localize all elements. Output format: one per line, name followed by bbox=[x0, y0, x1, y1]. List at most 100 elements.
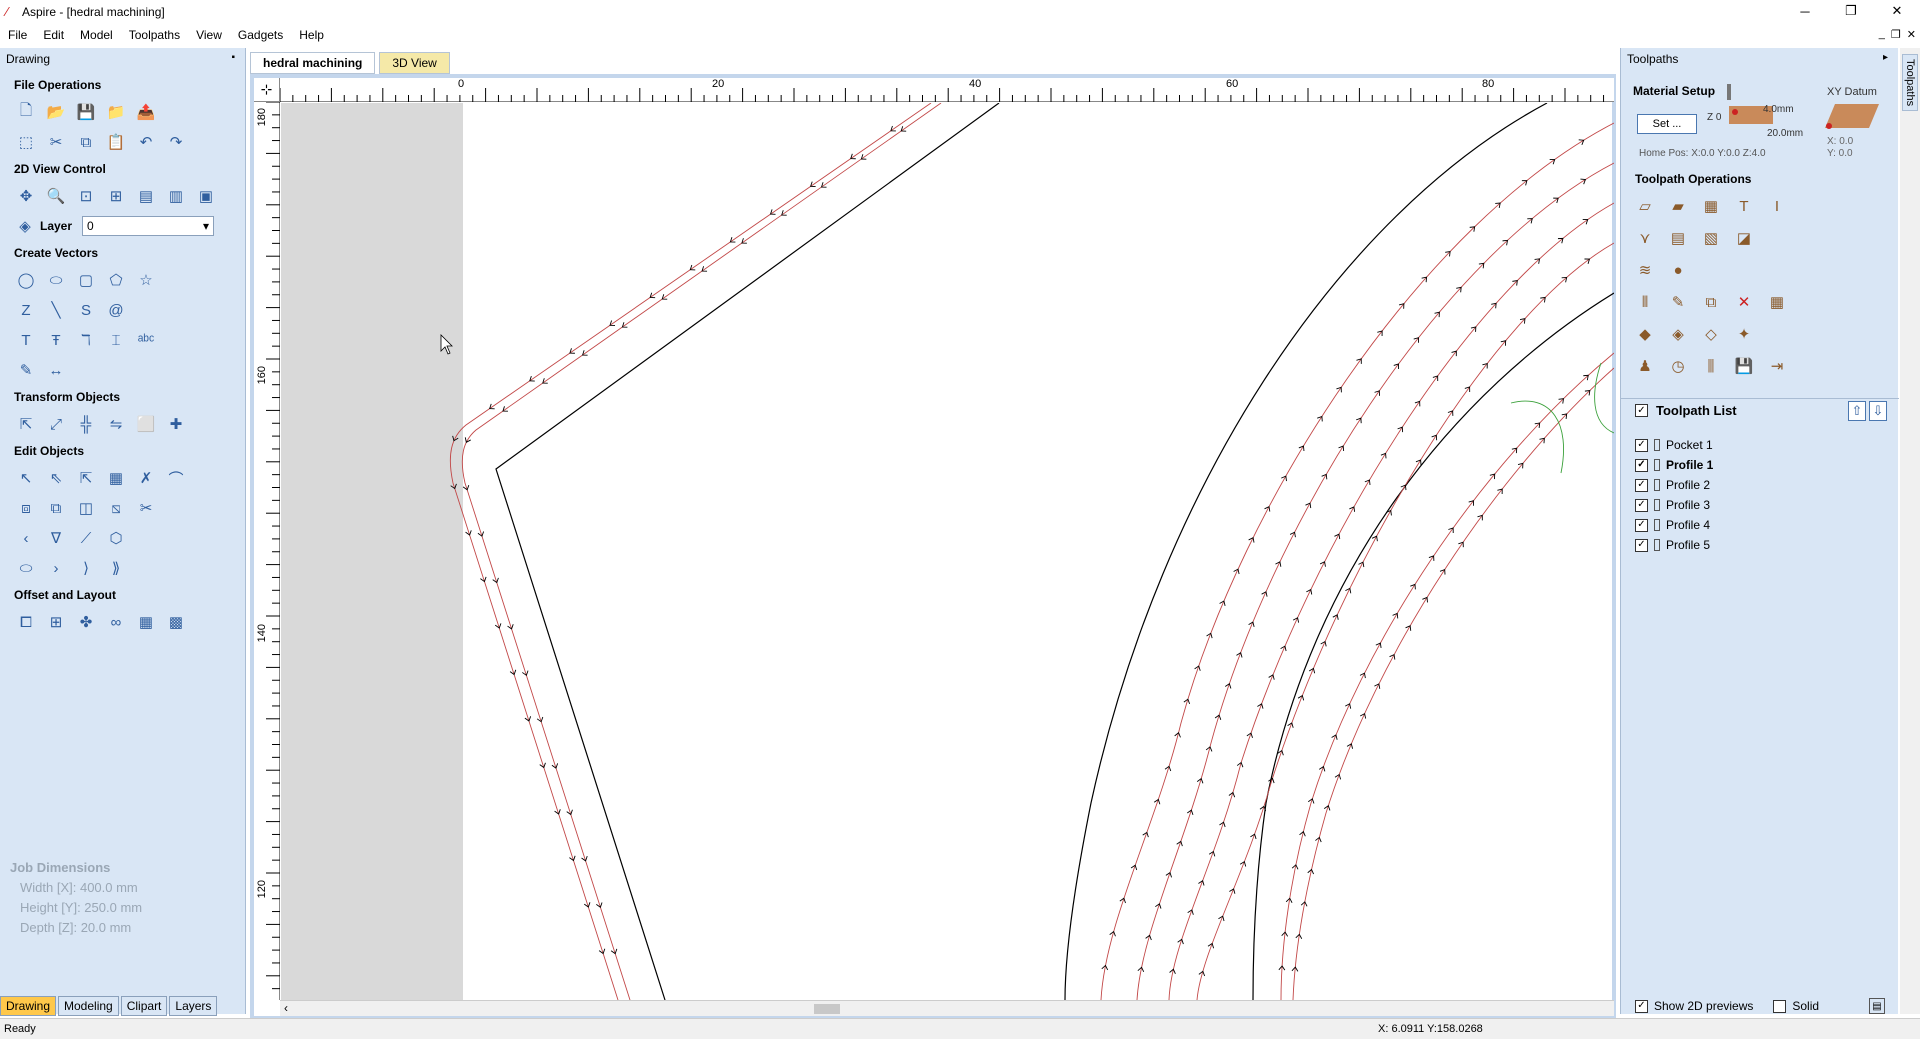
rectangle-icon[interactable]: ▢ bbox=[74, 268, 98, 292]
tool-icon[interactable]: ♟ bbox=[1633, 354, 1657, 378]
checkbox-icon[interactable]: ✓ bbox=[1635, 438, 1648, 452]
smooth-icon[interactable]: ⌒ bbox=[164, 466, 188, 490]
text-icon[interactable]: T bbox=[14, 328, 38, 352]
tbone-icon[interactable]: ⟩ bbox=[74, 556, 98, 580]
set-material-button[interactable]: Set ... bbox=[1637, 114, 1697, 134]
engrave-toolpath-icon[interactable]: I bbox=[1765, 194, 1789, 218]
preview-toolpath-icon[interactable]: ◆ bbox=[1633, 322, 1657, 346]
menu-gadgets[interactable]: Gadgets bbox=[230, 28, 291, 42]
toolpath-list-checkbox[interactable]: ✓ bbox=[1635, 404, 1648, 417]
redo-icon[interactable]: ↷ bbox=[164, 130, 188, 154]
checkbox-icon[interactable]: ✓ bbox=[1635, 538, 1648, 552]
menu-edit[interactable]: Edit bbox=[35, 28, 72, 42]
weld-icon[interactable]: ⧈ bbox=[14, 496, 38, 520]
text-on-curve-icon[interactable]: ℸ bbox=[74, 328, 98, 352]
calculator-icon[interactable]: ▦ bbox=[1765, 290, 1789, 314]
save-toolpath-icon[interactable]: 💾 bbox=[1732, 354, 1756, 378]
mdi-minimize-icon[interactable]: _ bbox=[1879, 28, 1885, 41]
roughing-toolpath-icon[interactable]: ≋ bbox=[1633, 258, 1657, 282]
select-all-icon[interactable]: ⬚ bbox=[14, 130, 38, 154]
delete-toolpath-icon[interactable]: ✕ bbox=[1732, 290, 1756, 314]
menu-toolpaths[interactable]: Toolpaths bbox=[121, 28, 188, 42]
ungroup-icon[interactable]: ✗ bbox=[134, 466, 158, 490]
toolpath-item[interactable]: ✓ Profile 1 bbox=[1635, 458, 1713, 472]
restore-icon[interactable]: ❐ bbox=[1828, 0, 1874, 22]
transform-select-icon[interactable]: ⇱ bbox=[74, 466, 98, 490]
toolpath-item[interactable]: ✓ Profile 5 bbox=[1635, 538, 1710, 552]
move-icon[interactable]: ⇱ bbox=[14, 412, 38, 436]
menu-model[interactable]: Model bbox=[72, 28, 121, 42]
view-switch-icon[interactable]: ▣ bbox=[194, 184, 218, 208]
finishing-toolpath-icon[interactable]: ● bbox=[1666, 258, 1690, 282]
zoom-box-icon[interactable]: ⊞ bbox=[104, 184, 128, 208]
move-up-icon[interactable]: ⇧ bbox=[1848, 401, 1866, 421]
toolpath-item[interactable]: ✓ Profile 2 bbox=[1635, 478, 1710, 492]
menu-help[interactable]: Help bbox=[291, 28, 332, 42]
paste-icon[interactable]: 📋 bbox=[104, 130, 128, 154]
checkbox-icon[interactable]: ✓ bbox=[1635, 458, 1648, 472]
preview-all-icon[interactable]: ◈ bbox=[1666, 322, 1690, 346]
tiling-icon[interactable]: ⫼ bbox=[1699, 354, 1723, 378]
time-estimate-icon[interactable]: ◷ bbox=[1666, 354, 1690, 378]
layout-icon[interactable]: ▩ bbox=[164, 610, 188, 634]
distort-icon[interactable]: ⬜ bbox=[134, 412, 158, 436]
vcarve-toolpath-icon[interactable]: T bbox=[1732, 194, 1756, 218]
new-file-icon[interactable]: 🗋 bbox=[14, 100, 38, 124]
save-icon[interactable]: 💾 bbox=[74, 100, 98, 124]
tab-hedral-machining[interactable]: hedral machining bbox=[250, 52, 376, 74]
mirror-icon[interactable]: ⇋ bbox=[104, 412, 128, 436]
prism-toolpath-icon[interactable]: ◪ bbox=[1732, 226, 1756, 250]
intersect-icon[interactable]: ◫ bbox=[74, 496, 98, 520]
template-icon[interactable]: ◇ bbox=[1699, 322, 1723, 346]
tab-drawing[interactable]: Drawing bbox=[0, 996, 57, 1016]
polygon-icon[interactable]: ⬠ bbox=[104, 268, 128, 292]
close-icon[interactable]: ✕ bbox=[1874, 0, 1920, 22]
toolpath-item[interactable]: ✓ Profile 4 bbox=[1635, 518, 1710, 532]
ruler-corner-icon[interactable]: ⊹ bbox=[254, 78, 280, 102]
bridge-icon[interactable]: ⟫ bbox=[104, 556, 128, 580]
edit-toolpath-icon[interactable]: ✎ bbox=[1666, 290, 1690, 314]
checkbox-icon[interactable]: ✓ bbox=[1635, 518, 1648, 532]
scale-icon[interactable]: ⤢ bbox=[44, 412, 68, 436]
mdi-restore-icon[interactable]: ❐ bbox=[1891, 28, 1901, 41]
layer-select[interactable]: 0 ▾ bbox=[82, 216, 215, 236]
fluting-toolpath-icon[interactable]: ⋎ bbox=[1633, 226, 1657, 250]
curve-icon[interactable]: S bbox=[74, 298, 98, 322]
offset-icon[interactable]: ⧠ bbox=[14, 610, 38, 634]
move-down-icon[interactable]: ⇩ bbox=[1869, 401, 1887, 421]
drilling-toolpath-icon[interactable]: ▦ bbox=[1699, 194, 1723, 218]
text-box-icon[interactable]: Ŧ bbox=[44, 328, 68, 352]
center-icon[interactable]: ✚ bbox=[164, 412, 188, 436]
import-icon[interactable]: 📁 bbox=[104, 100, 128, 124]
copy-toolpath-icon[interactable]: ⧉ bbox=[1699, 290, 1723, 314]
inlay-toolpath-icon[interactable]: ▤ bbox=[1666, 226, 1690, 250]
scroll-left-icon[interactable]: ‹ bbox=[284, 1001, 288, 1015]
zoom-icon[interactable]: 🔍 bbox=[44, 184, 68, 208]
checkbox-icon[interactable]: ✓ bbox=[1635, 498, 1648, 512]
copy-along-icon[interactable]: ∞ bbox=[104, 610, 128, 634]
mdi-close-icon[interactable]: ✕ bbox=[1907, 28, 1916, 41]
fillet-icon[interactable]: ‹ bbox=[14, 526, 38, 550]
join-icon[interactable]: ⬭ bbox=[14, 556, 38, 580]
merge-icon[interactable]: ✦ bbox=[1732, 322, 1756, 346]
pin-icon[interactable]: ▸ bbox=[1883, 52, 1888, 63]
group-icon[interactable]: ▦ bbox=[104, 466, 128, 490]
solid-checkbox[interactable] bbox=[1773, 999, 1787, 1013]
drawing-canvas[interactable] bbox=[281, 103, 1614, 1000]
profile-toolpath-icon[interactable]: ▱ bbox=[1633, 194, 1657, 218]
select-icon[interactable]: ↖ bbox=[14, 466, 38, 490]
draw-vector-icon[interactable]: ✎ bbox=[14, 358, 38, 382]
minimize-icon[interactable]: ─ bbox=[1782, 0, 1828, 22]
nesting-icon[interactable]: ▦ bbox=[134, 610, 158, 634]
scissors-icon[interactable]: ✂ bbox=[134, 496, 158, 520]
xy-datum-icon[interactable] bbox=[1825, 100, 1881, 130]
toolpath-item[interactable]: ✓ Pocket 1 bbox=[1635, 438, 1713, 452]
circular-array-icon[interactable]: ✤ bbox=[74, 610, 98, 634]
node-edit-icon[interactable]: ⇖ bbox=[44, 466, 68, 490]
toolpath-summary-icon[interactable]: ▤ bbox=[1869, 998, 1885, 1014]
extend-icon[interactable]: ⟋ bbox=[74, 526, 98, 550]
view-split-icon[interactable]: ▥ bbox=[164, 184, 188, 208]
tool-database-icon[interactable]: ⫴ bbox=[1633, 290, 1657, 314]
chamfer-icon[interactable]: ∇ bbox=[44, 526, 68, 550]
tab-clipart[interactable]: Clipart bbox=[120, 996, 168, 1016]
